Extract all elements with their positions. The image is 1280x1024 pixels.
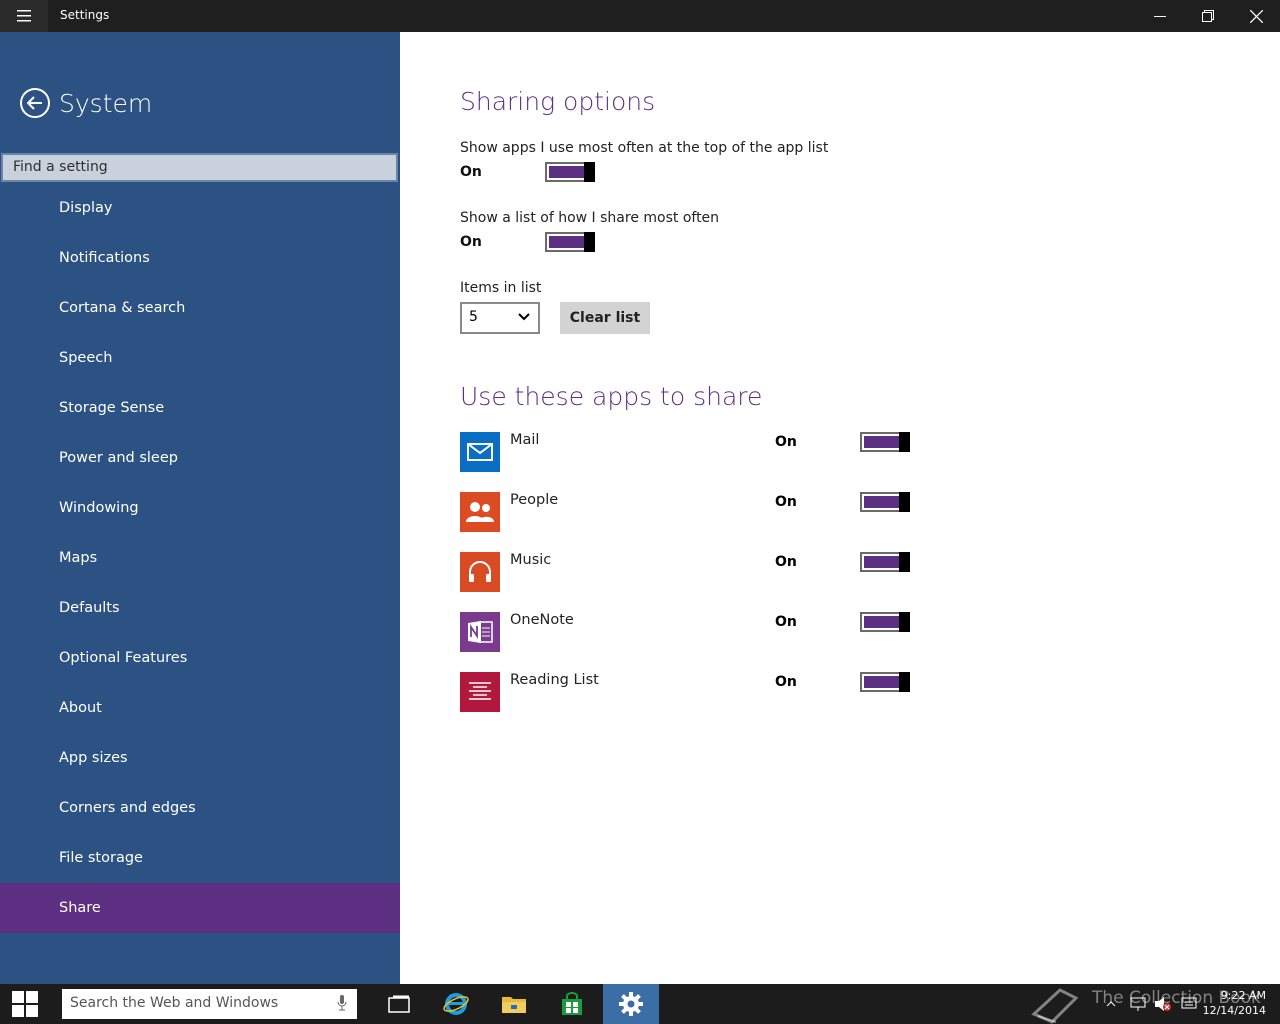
start-button[interactable]: [0, 984, 50, 1024]
app-state: On: [775, 614, 797, 630]
onenote-toggle[interactable]: [860, 612, 910, 632]
minimize-button[interactable]: [1137, 0, 1183, 32]
clock[interactable]: 9:22 AM 12/14/2014: [1203, 988, 1266, 1018]
sidebar-item-app-sizes[interactable]: App sizes: [0, 733, 400, 783]
top-apps-toggle[interactable]: [545, 162, 595, 182]
settings-gear-icon[interactable]: [603, 984, 659, 1024]
microphone-icon[interactable]: [337, 995, 347, 1011]
sidebar-item-speech[interactable]: Speech: [0, 333, 400, 383]
list-item: OneNote On: [460, 612, 920, 652]
store-icon[interactable]: [544, 984, 600, 1024]
app-state: On: [775, 434, 797, 450]
app-name: Reading List: [510, 672, 599, 688]
chevron-up-icon[interactable]: [1106, 1001, 1116, 1007]
search-input[interactable]: Find a setting: [1, 153, 398, 182]
task-view-icon[interactable]: [371, 984, 427, 1024]
book-logo-icon: [1031, 988, 1079, 1024]
app-state: On: [775, 554, 797, 570]
music-toggle[interactable]: [860, 552, 910, 572]
sidebar-item-share[interactable]: Share: [0, 883, 400, 933]
app-name: People: [510, 492, 559, 508]
sidebar-item-storage-sense[interactable]: Storage Sense: [0, 383, 400, 433]
sidebar-item-windowing[interactable]: Windowing: [0, 483, 400, 533]
items-in-list-value: 5: [469, 309, 478, 325]
sidebar-item-notifications[interactable]: Notifications: [0, 233, 400, 283]
sidebar-item-file-storage[interactable]: File storage: [0, 833, 400, 883]
share-apps-heading: Use these apps to share: [460, 382, 763, 411]
sidebar-item-defaults[interactable]: Defaults: [0, 583, 400, 633]
minimize-icon: [1154, 16, 1166, 17]
option-share-list-state: On: [460, 234, 482, 250]
file-explorer-icon[interactable]: [486, 984, 542, 1024]
volume-muted-icon[interactable]: [1154, 996, 1172, 1012]
page-title: System: [59, 88, 153, 118]
people-icon: [460, 492, 500, 532]
onenote-icon: [460, 612, 500, 652]
main-content: Sharing options Show apps I use most oft…: [400, 32, 1280, 984]
clock-date: 12/14/2014: [1202, 1004, 1266, 1017]
sidebar-item-optional-features[interactable]: Optional Features: [0, 633, 400, 683]
taskbar-search-placeholder: Search the Web and Windows: [70, 995, 279, 1011]
restore-icon: [1202, 10, 1214, 22]
sidebar-item-cortana-search[interactable]: Cortana & search: [0, 283, 400, 333]
hamburger-icon[interactable]: [0, 0, 48, 32]
headphones-icon: [460, 552, 500, 592]
clock-time: 9:22 AM: [1220, 989, 1266, 1002]
sidebar-item-power-sleep[interactable]: Power and sleep: [0, 433, 400, 483]
share-list-toggle[interactable]: [545, 232, 595, 252]
items-in-list-select[interactable]: 5: [460, 302, 540, 334]
app-name: OneNote: [510, 612, 574, 628]
option-share-list-label: Show a list of how I share most often: [460, 210, 720, 226]
sidebar: System Find a setting Display Notificati…: [0, 32, 400, 984]
sidebar-item-corners-edges[interactable]: Corners and edges: [0, 783, 400, 833]
chevron-down-icon: [518, 313, 530, 321]
mail-toggle[interactable]: [860, 432, 910, 452]
reading-list-icon: [460, 672, 500, 712]
close-icon: [1249, 9, 1263, 23]
app-state: On: [775, 674, 797, 690]
taskbar-search-input[interactable]: Search the Web and Windows: [62, 989, 357, 1019]
network-icon[interactable]: [1130, 996, 1146, 1012]
action-center-icon[interactable]: [1181, 997, 1197, 1011]
taskbar: Search the Web and Windows The Collectio…: [0, 984, 1280, 1024]
title-bar: Settings: [0, 0, 1280, 32]
window-title: Settings: [60, 8, 110, 22]
app-name: Music: [510, 552, 552, 568]
app-state: On: [775, 494, 797, 510]
app-name: Mail: [510, 432, 540, 448]
reading-list-toggle[interactable]: [860, 672, 910, 692]
list-item: Mail On: [460, 432, 920, 472]
mail-icon: [460, 432, 500, 472]
sidebar-item-maps[interactable]: Maps: [0, 533, 400, 583]
sharing-options-heading: Sharing options: [460, 87, 656, 116]
sidebar-nav: Display Notifications Cortana & search S…: [0, 183, 400, 933]
back-button[interactable]: System: [20, 87, 152, 119]
internet-explorer-icon[interactable]: [428, 984, 484, 1024]
list-item: People On: [460, 492, 920, 532]
people-toggle[interactable]: [860, 492, 910, 512]
list-item: Music On: [460, 552, 920, 592]
close-button[interactable]: [1233, 0, 1279, 32]
restore-button[interactable]: [1185, 0, 1231, 32]
sidebar-item-display[interactable]: Display: [0, 183, 400, 233]
sidebar-item-about[interactable]: About: [0, 683, 400, 733]
items-in-list-label: Items in list: [460, 280, 542, 296]
option-top-apps-state: On: [460, 164, 482, 180]
clear-list-button[interactable]: Clear list: [560, 302, 650, 334]
list-item: Reading List On: [460, 672, 920, 712]
windows-logo-icon: [12, 991, 38, 1017]
back-arrow-icon: [20, 88, 50, 118]
option-top-apps-label: Show apps I use most often at the top of…: [460, 140, 829, 156]
